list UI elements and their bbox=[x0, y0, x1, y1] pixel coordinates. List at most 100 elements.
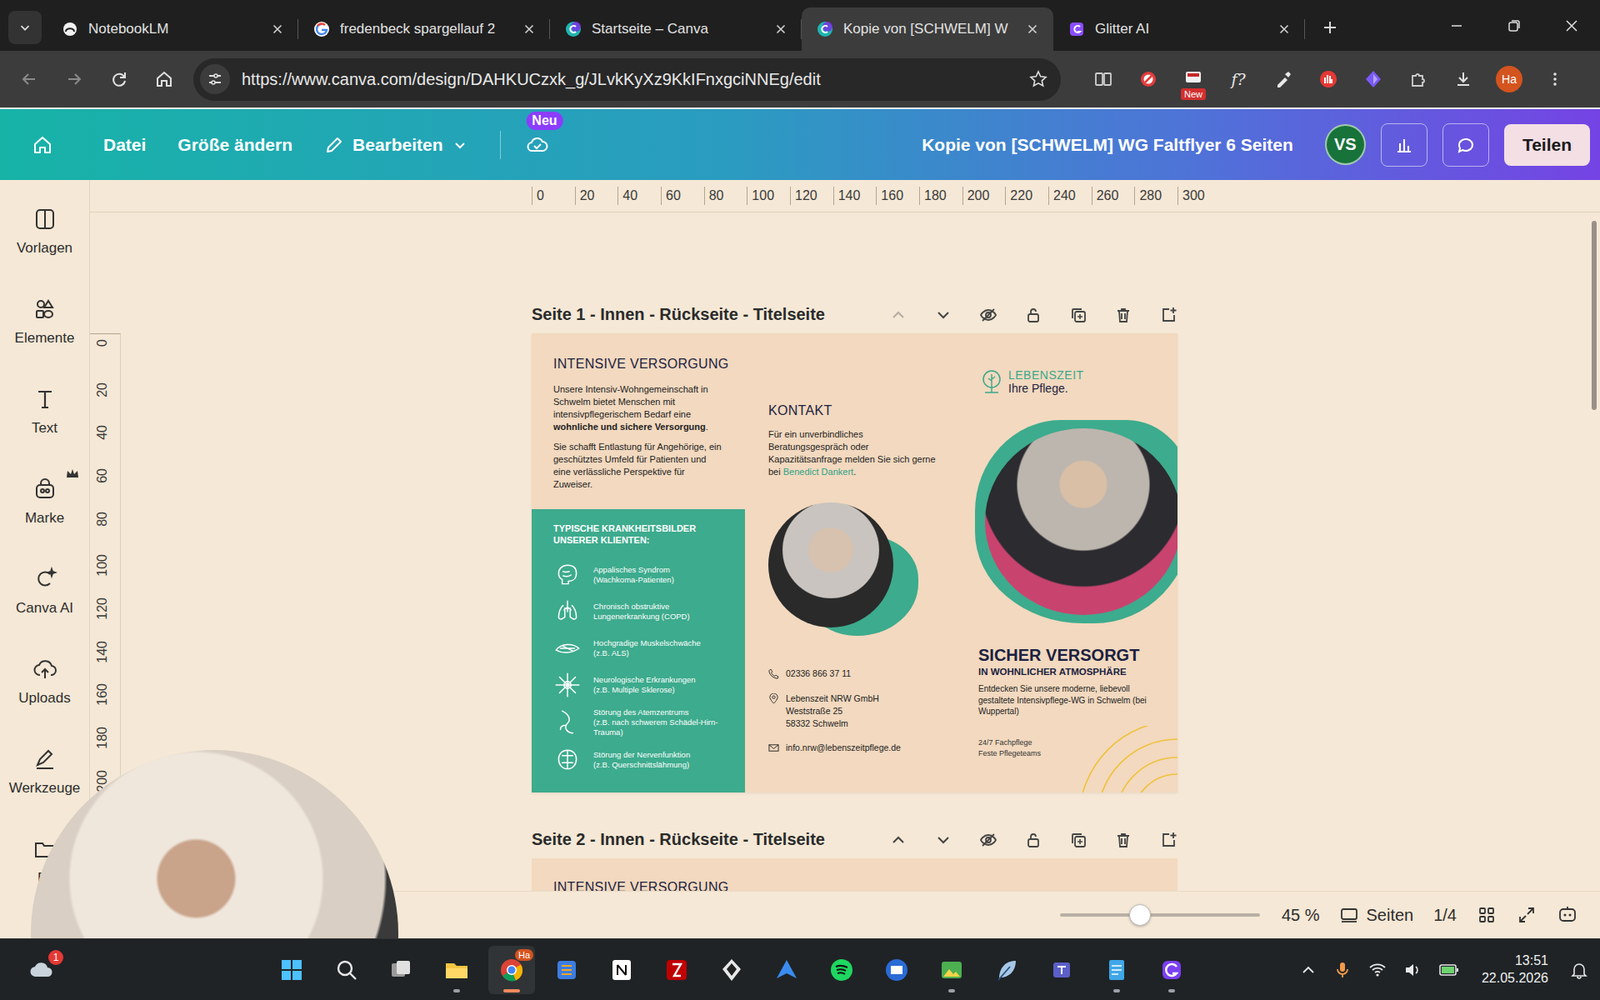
flyer-page[interactable]: INTENSIVE VERSORGUNGUnsere Intensiv-Wohn… bbox=[531, 333, 1178, 793]
header-menu-item[interactable]: Größe ändern bbox=[165, 128, 305, 162]
close-icon[interactable] bbox=[1025, 21, 1040, 37]
notepad-taskbar-button[interactable] bbox=[1093, 945, 1140, 995]
grid-view-icon[interactable] bbox=[1476, 905, 1497, 925]
glitter-taskbar-button[interactable] bbox=[1148, 945, 1195, 995]
formula-extension-button[interactable]: f? bbox=[1219, 60, 1258, 99]
blocker-extension-button[interactable] bbox=[1129, 60, 1168, 99]
add-page-icon[interactable] bbox=[1159, 305, 1178, 325]
move-down-icon[interactable] bbox=[934, 305, 953, 325]
taskview-taskbar-button[interactable] bbox=[378, 945, 425, 995]
page-title[interactable]: Seite 2 - Innen - Rückseite - Titelseite bbox=[531, 830, 825, 850]
hide-eye-icon[interactable] bbox=[979, 305, 998, 325]
header-menu-item[interactable]: Datei bbox=[91, 128, 158, 162]
minimize-button[interactable] bbox=[1427, 0, 1485, 51]
profile-avatar[interactable]: Ha bbox=[1495, 65, 1523, 93]
microphone-icon[interactable] bbox=[1333, 960, 1352, 980]
move-up-icon[interactable] bbox=[889, 305, 908, 325]
diamond-extension-button[interactable] bbox=[1354, 60, 1393, 99]
reading-extension-button[interactable] bbox=[1084, 60, 1123, 99]
clock[interactable]: 13:5122.05.2026 bbox=[1481, 952, 1549, 988]
browser-tab[interactable]: Startseite – Canva bbox=[550, 7, 802, 51]
browser-tab[interactable]: NotebookLM bbox=[46, 7, 299, 51]
site-info-button[interactable] bbox=[200, 64, 230, 95]
trash-icon[interactable] bbox=[1114, 830, 1133, 850]
back-button[interactable] bbox=[10, 60, 49, 99]
chevron-up-icon[interactable] bbox=[1300, 961, 1317, 979]
sidebar-item[interactable]: Elemente bbox=[0, 295, 90, 385]
zoom-level[interactable]: 45 % bbox=[1281, 905, 1320, 925]
sidebar-item[interactable]: Uploads bbox=[0, 655, 90, 745]
flyer-page[interactable]: INTENSIVE VERSORGUNG bbox=[531, 858, 1178, 891]
hand-extension-button[interactable] bbox=[1309, 60, 1348, 99]
close-icon[interactable] bbox=[1276, 21, 1292, 37]
browser-tab[interactable]: Kopie von [SCHWELM] W bbox=[801, 7, 1054, 51]
pages-button[interactable]: Seiten bbox=[1339, 905, 1414, 925]
trash-icon[interactable] bbox=[1114, 305, 1133, 325]
close-icon[interactable] bbox=[270, 21, 285, 37]
user-avatar[interactable]: VS bbox=[1325, 124, 1366, 165]
explorer-taskbar-button[interactable] bbox=[433, 945, 480, 995]
downloads-button[interactable] bbox=[1444, 60, 1483, 99]
picker-extension-button[interactable] bbox=[1264, 60, 1303, 99]
lock-icon[interactable] bbox=[1024, 830, 1043, 850]
sidebar-item[interactable]: Text bbox=[0, 385, 90, 475]
browser-tab[interactable]: fredenbeck spargellauf 2 bbox=[298, 7, 550, 51]
wifi-icon[interactable] bbox=[1368, 960, 1387, 980]
lock-icon[interactable] bbox=[1024, 305, 1043, 325]
share-button[interactable]: Teilen bbox=[1504, 124, 1590, 166]
address-bar[interactable]: https://www.canva.com/design/DAHKUCzxk_g… bbox=[193, 58, 1061, 101]
assistant-icon[interactable] bbox=[1556, 904, 1579, 926]
zoom-slider[interactable] bbox=[1060, 904, 1260, 926]
close-window-button[interactable] bbox=[1542, 0, 1600, 51]
bookmark-star-icon[interactable] bbox=[1029, 70, 1048, 89]
add-page-icon[interactable] bbox=[1159, 830, 1178, 850]
browser-tab[interactable]: Glitter AI bbox=[1053, 7, 1305, 51]
weather-widget[interactable]: 1 bbox=[25, 953, 59, 987]
home-button[interactable] bbox=[145, 60, 184, 99]
page-title[interactable]: Seite 1 - Innen - Rückseite - Titelseite bbox=[531, 305, 825, 325]
sidebar-item[interactable]: Vorlagen bbox=[0, 205, 90, 295]
fullscreen-icon[interactable] bbox=[1516, 905, 1537, 925]
close-icon[interactable] bbox=[773, 21, 789, 37]
reload-button[interactable] bbox=[100, 60, 139, 99]
photos-taskbar-button[interactable] bbox=[928, 945, 975, 995]
inkscape-taskbar-button[interactable] bbox=[708, 945, 755, 995]
comments-button[interactable] bbox=[1442, 123, 1490, 167]
notification-bell-icon[interactable] bbox=[1570, 960, 1589, 980]
send-taskbar-button[interactable] bbox=[763, 945, 810, 995]
news-extension-button[interactable]: New bbox=[1174, 60, 1213, 99]
battery-icon[interactable] bbox=[1438, 959, 1460, 981]
move-up-icon[interactable] bbox=[889, 830, 908, 850]
design-title[interactable]: Kopie von [SCHWELM] WG Faltflyer 6 Seite… bbox=[921, 135, 1294, 155]
forward-button[interactable] bbox=[55, 60, 94, 99]
hide-eye-icon[interactable] bbox=[979, 830, 998, 850]
feather-taskbar-button[interactable] bbox=[983, 945, 1030, 995]
chrome-taskbar-button[interactable]: Ha bbox=[488, 945, 535, 995]
duplicate-icon[interactable] bbox=[1069, 830, 1088, 850]
new-tab-button[interactable] bbox=[1311, 9, 1349, 46]
tool-taskbar-button[interactable] bbox=[543, 945, 590, 995]
design-canvas[interactable]: Seite 1 - Innen - Rückseite - Titelseite… bbox=[120, 212, 1589, 891]
scrollbar[interactable] bbox=[1588, 212, 1600, 891]
restore-button[interactable] bbox=[1485, 0, 1543, 51]
puzzle-extension-button[interactable] bbox=[1399, 60, 1438, 99]
close-icon[interactable] bbox=[521, 21, 537, 37]
tab-search-button[interactable] bbox=[8, 10, 42, 45]
insights-button[interactable] bbox=[1380, 123, 1428, 167]
start-taskbar-button[interactable] bbox=[268, 945, 315, 995]
browser-menu-button[interactable] bbox=[1535, 60, 1575, 99]
save-status-button[interactable]: Neu bbox=[520, 128, 555, 162]
teams-taskbar-button[interactable] bbox=[1038, 945, 1085, 995]
notion-taskbar-button[interactable] bbox=[598, 945, 645, 995]
filezilla-taskbar-button[interactable] bbox=[653, 945, 700, 995]
header-menu-item[interactable]: Bearbeiten bbox=[312, 128, 480, 162]
spotify-taskbar-button[interactable] bbox=[818, 945, 865, 995]
sidebar-item[interactable]: Marke bbox=[0, 475, 90, 565]
search-taskbar-button[interactable] bbox=[323, 945, 370, 995]
move-down-icon[interactable] bbox=[934, 830, 953, 850]
volume-icon[interactable] bbox=[1403, 960, 1422, 980]
sidebar-item[interactable]: Canva AI bbox=[0, 565, 90, 655]
thunderbird-taskbar-button[interactable] bbox=[873, 945, 920, 995]
home-button[interactable] bbox=[31, 128, 59, 162]
duplicate-icon[interactable] bbox=[1069, 305, 1088, 325]
